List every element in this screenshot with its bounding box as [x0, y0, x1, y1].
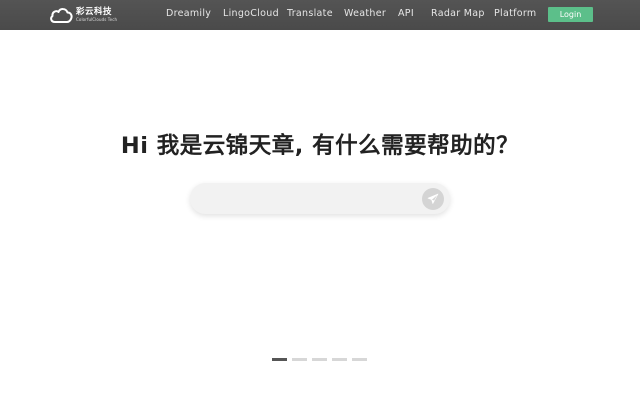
carousel-dot-5[interactable]	[352, 358, 367, 361]
login-button[interactable]: Login	[548, 7, 593, 22]
chat-input-box	[190, 183, 450, 214]
carousel-dot-1[interactable]	[272, 358, 287, 361]
send-button[interactable]	[422, 188, 444, 210]
top-navigation-bar: 彩云科技 ColorfulClouds Tech Dreamily LingoC…	[0, 0, 640, 30]
carousel-indicators	[272, 358, 372, 361]
paper-plane-icon	[427, 193, 439, 204]
nav-item-dreamily[interactable]: Dreamily	[166, 8, 211, 19]
page-headline: Hi 我是云锦天章, 有什么需要帮助的？	[120, 133, 520, 159]
chat-input[interactable]	[204, 188, 404, 209]
nav-item-lingocloud[interactable]: LingoCloud	[223, 8, 279, 19]
main-nav: Dreamily LingoCloud Translate Weather AP…	[0, 0, 640, 30]
nav-item-platform[interactable]: Platform	[494, 8, 536, 19]
carousel-dot-2[interactable]	[292, 358, 307, 361]
carousel-dot-4[interactable]	[332, 358, 347, 361]
nav-item-weather[interactable]: Weather	[344, 8, 386, 19]
nav-item-radar-map[interactable]: Radar Map	[431, 8, 485, 19]
nav-item-api[interactable]: API	[398, 8, 414, 19]
carousel-dot-3[interactable]	[312, 358, 327, 361]
nav-item-translate[interactable]: Translate	[287, 8, 333, 19]
